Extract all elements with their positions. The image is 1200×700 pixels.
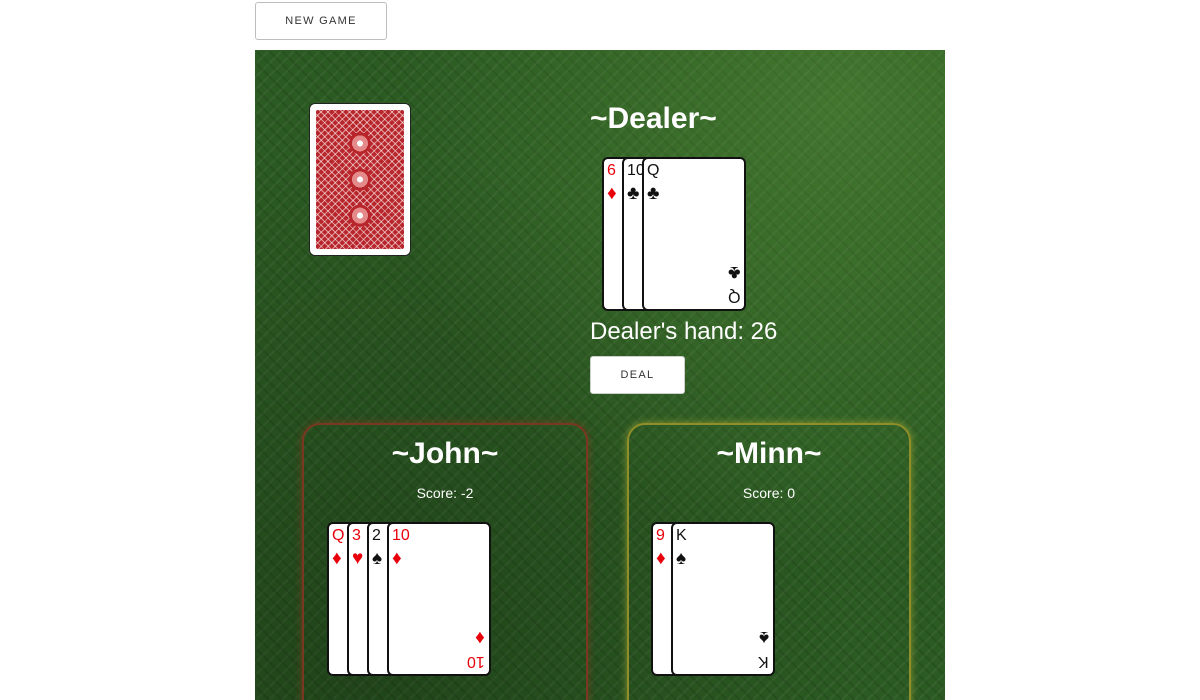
player-panel-minn: ~Minn~ Score: 0 9♦♦9K♠♠K [627, 423, 911, 700]
suit-icon: ♦ [656, 548, 666, 569]
card-rank: K [676, 527, 687, 544]
suit-icon: ♦ [607, 183, 617, 204]
player-score: Score: 0 [742, 485, 796, 501]
suit-icon: ♣ [647, 183, 660, 204]
card-rank: Q [332, 527, 345, 544]
suit-icon: ♣ [627, 183, 640, 204]
new-game-button[interactable]: NEW GAME [255, 2, 387, 40]
card-back-icon [316, 110, 404, 249]
card-rank: 6 [607, 162, 616, 179]
playing-card: 10 ♦ ♦ 10 [387, 522, 491, 676]
card-rank: 10 [392, 527, 410, 544]
suit-icon: ♦ [332, 548, 342, 569]
suit-icon: ♠ [372, 548, 383, 569]
card-rank: 9 [656, 527, 665, 544]
playing-card: Q ♣ ♣ Q [642, 157, 746, 311]
dealer-name: ~Dealer~ [590, 102, 717, 135]
player-name: ~John~ [391, 437, 499, 470]
suit-icon: ♥ [352, 548, 364, 569]
card-rank: K [758, 653, 769, 670]
game-table: ~Dealer~ 6♦♦610♣♣10Q♣♣Q Dealer's hand: 2… [255, 50, 945, 700]
suit-icon: ♠ [676, 548, 687, 569]
card-rank: 2 [372, 527, 381, 544]
suit-icon: ♣ [727, 262, 740, 283]
suit-icon: ♦ [392, 548, 402, 569]
player-name: ~Minn~ [716, 437, 822, 470]
deck-pile[interactable] [309, 103, 411, 256]
suit-icon: ♦ [475, 627, 485, 648]
player-score: Score: -2 [416, 485, 474, 501]
playing-card: K ♠ ♠ K [671, 522, 775, 676]
player-panel-john: ~John~ Score: -2 Q♦♦Q3♥♥32♠♠210♦♦10 [302, 423, 588, 700]
card-rank: Q [647, 162, 660, 179]
card-rank: 3 [352, 527, 361, 544]
dealer-hand-total: Dealer's hand: 26 [590, 318, 778, 345]
card-rank: Q [727, 288, 740, 305]
deal-button[interactable]: DEAL [590, 356, 685, 394]
suit-icon: ♠ [758, 627, 769, 648]
card-rank: 10 [467, 653, 485, 670]
